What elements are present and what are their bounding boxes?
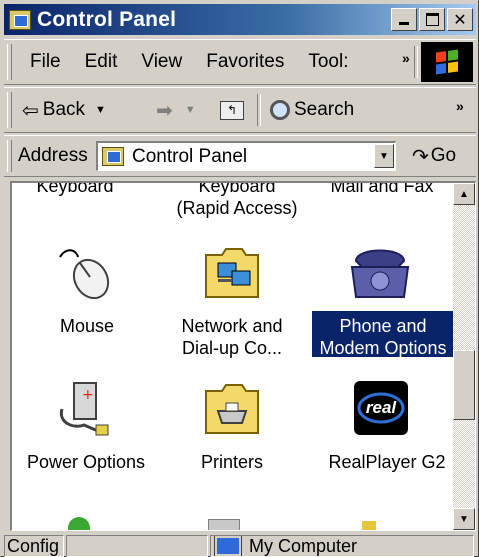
go-arrow-icon: ↷ [412,145,429,168]
menu-bar: File Edit View Favorites Tool: » [4,39,476,85]
status-text-pane: Config [4,535,64,557]
forward-dropdown-icon[interactable]: ▼ [185,104,196,116]
control-panel-icon [9,9,31,30]
go-label: Go [430,145,457,166]
search-button[interactable]: Search [270,88,354,132]
scroll-down-button[interactable]: ▼ [453,508,475,530]
forward-arrow-icon: ➡ [156,99,173,122]
standard-toolbar: ⇦ Back ▼ ➡ ▼ ↰ Search » [4,87,476,133]
power-plug-icon[interactable]: + [54,379,114,439]
addressbar-grip[interactable] [7,140,12,172]
menu-file[interactable]: File [18,51,73,73]
vertical-scrollbar[interactable]: ▲ ▼ [453,183,475,530]
windows-logo [421,42,473,82]
maximize-button[interactable] [419,8,445,31]
menu-edit[interactable]: Edit [73,51,130,73]
address-bar: Address Control Panel ▼ ↷ Go [4,135,476,177]
address-label: Address [18,145,88,166]
phone-icon[interactable] [346,241,414,303]
search-label: Search [294,99,355,120]
item-printers-label[interactable]: Printers [162,451,302,473]
item-keyboard-rapid-label-2[interactable]: (Rapid Access) [162,197,312,219]
menu-separator [414,46,418,78]
scroll-thumb[interactable] [453,350,475,420]
status-bar: Config My Computer [4,535,476,557]
close-button[interactable]: ✕ [447,8,473,31]
status-zone-text: My Computer [249,535,358,556]
item-keyboard-label[interactable]: Keyboard [20,183,130,197]
item-network-label-2[interactable]: Dial-up Co... [162,337,302,359]
back-arrow-icon: ⇦ [22,99,39,122]
realplayer-logo-text: real [365,398,397,417]
control-panel-icon [102,147,124,166]
go-button[interactable]: ↷ Go [412,136,456,176]
forward-button[interactable]: ➡ ▼ [156,88,196,132]
status-blank-pane [66,535,208,557]
toolbar-grip[interactable] [7,92,12,128]
globe-icon[interactable] [68,517,90,530]
item-keyboard-rapid-label[interactable]: Keyboard [162,183,312,197]
menubar-grip[interactable] [7,44,12,80]
icon-view: Keyboard Keyboard (Rapid Access) Mail an… [10,181,476,531]
address-field[interactable]: Control Panel ▼ [96,141,396,171]
search-icon [270,100,290,120]
menu-overflow-chevron[interactable]: » [402,50,410,66]
up-folder-button[interactable]: ↰ [220,88,244,132]
menu-tools[interactable]: Tool: [296,51,360,73]
control-panel-window: Control Panel ✕ File Edit View Favorites… [0,0,479,557]
item-realplayer-label[interactable]: RealPlayer G2 [312,451,462,473]
back-dropdown-icon[interactable]: ▼ [95,104,106,116]
up-folder-icon: ↰ [220,100,244,120]
scanner-icon[interactable] [208,519,240,530]
status-zone-pane: My Computer [210,535,474,557]
back-label: Back [42,99,86,120]
address-dropdown-button[interactable]: ▼ [374,144,394,168]
status-text: Config [7,535,60,556]
item-mail-fax-label[interactable]: Mail and Fax [312,183,452,197]
minimize-button[interactable] [391,8,417,31]
toolbar-separator [257,94,261,126]
printer-folder-icon[interactable] [202,381,262,437]
address-value: Control Panel [132,145,248,167]
item-phone-modem-label[interactable]: Phone and [312,315,454,337]
item-mouse-label[interactable]: Mouse [32,315,142,337]
title-bar[interactable]: Control Panel ✕ [4,4,476,35]
svg-text:+: + [82,387,94,403]
menu-favorites[interactable]: Favorites [194,51,296,73]
back-button[interactable]: ⇦ Back ▼ [22,88,106,132]
network-folder-icon[interactable] [202,245,262,301]
folder-icon[interactable] [362,521,376,530]
item-phone-modem-label-2[interactable]: Modem Options [312,337,454,359]
menu-view[interactable]: View [129,51,194,73]
mouse-icon[interactable] [56,243,116,303]
item-network-label[interactable]: Network and [162,315,302,337]
window-title: Control Panel [37,7,177,31]
item-power-options-label[interactable]: Power Options [16,451,156,473]
scroll-up-button[interactable]: ▲ [453,183,475,205]
toolbar-overflow-chevron[interactable]: » [456,98,464,114]
my-computer-icon [214,536,242,556]
